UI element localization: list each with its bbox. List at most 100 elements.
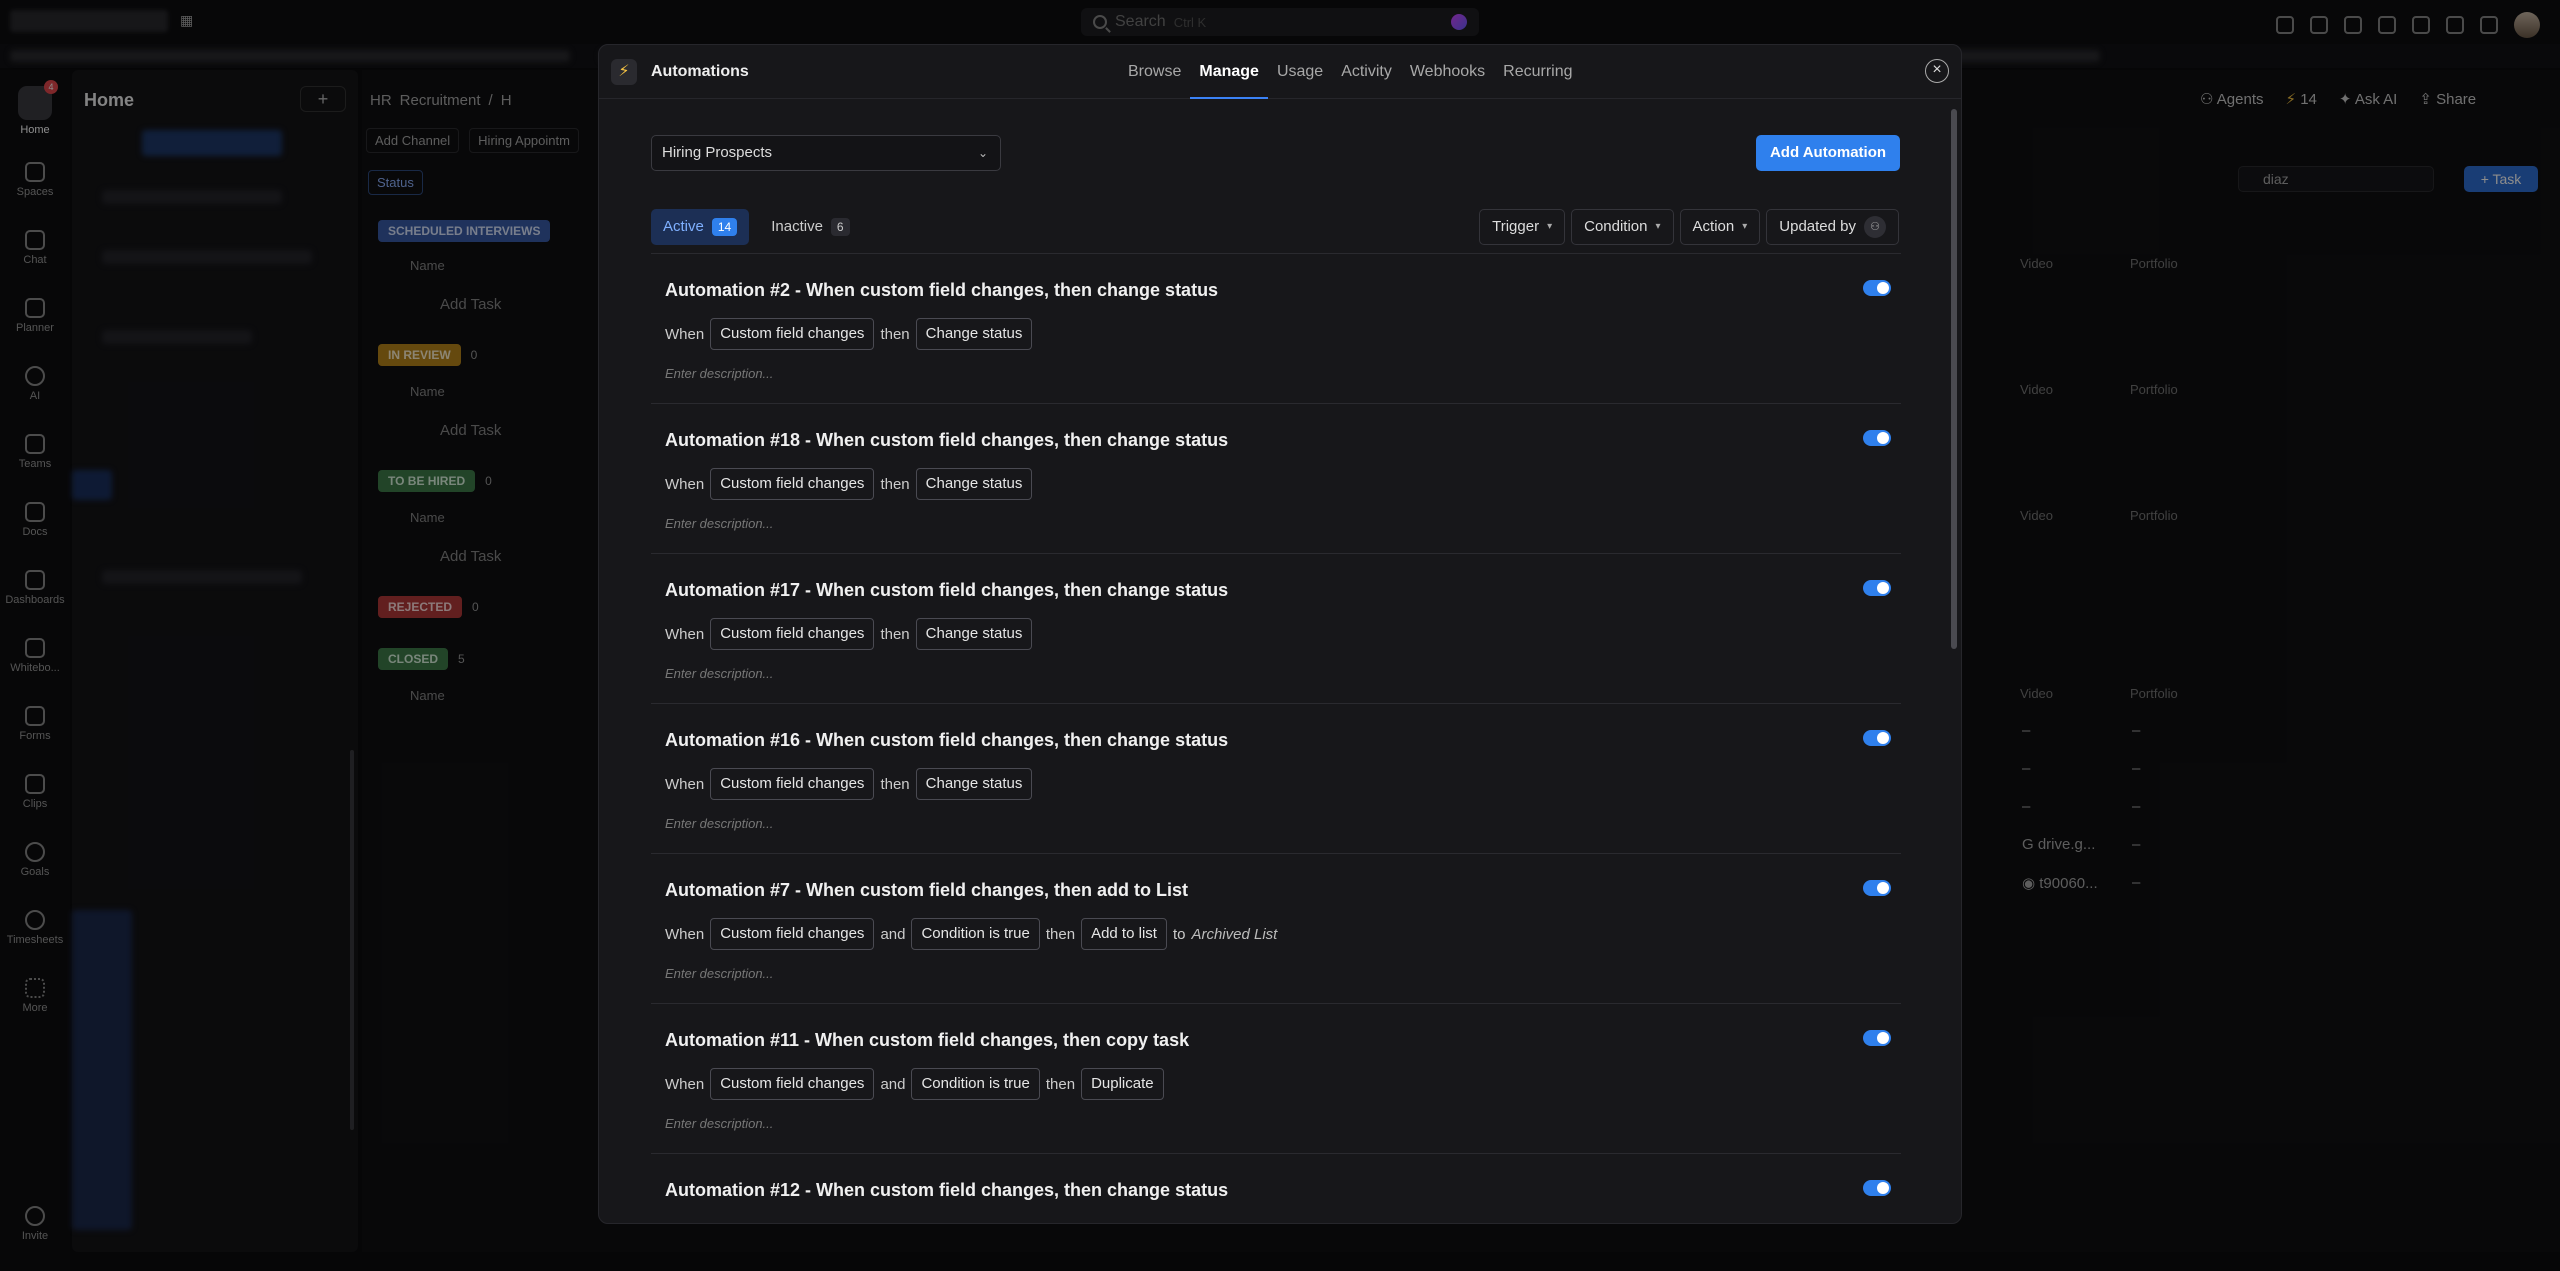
automations-modal: ⚡ Automations Browse Manage Usage Activi… xyxy=(598,44,1962,1224)
description-input[interactable]: Enter description... xyxy=(665,1116,773,1131)
automation-card[interactable]: Automation #17 - When custom field chang… xyxy=(651,553,1901,703)
automation-card[interactable]: Automation #11 - When custom field chang… xyxy=(651,1003,1901,1153)
close-icon[interactable]: × xyxy=(1925,59,1949,83)
automation-rule: When Custom field changes then Change statu… xyxy=(665,468,1033,500)
filter-label: Action xyxy=(1692,218,1735,235)
chevron-down-icon: ▾ xyxy=(1547,221,1553,232)
automation-card[interactable]: Automation #2 - When custom field change… xyxy=(651,253,1901,403)
rule-connector: When xyxy=(665,775,705,793)
automation-title[interactable]: Automation #17 - When custom field chang… xyxy=(665,580,1228,601)
automation-card[interactable]: Automation #7 - When custom field change… xyxy=(651,853,1901,1003)
filter-bar: Trigger ▾ Condition ▾ Action ▾ Updated by ⚇ xyxy=(1479,209,1899,245)
rule-pill[interactable]: Custom field changes xyxy=(710,1068,875,1100)
rule-connector: When xyxy=(665,325,705,343)
chevron-down-icon: ▾ xyxy=(1655,221,1661,232)
modal-title: Automations xyxy=(651,63,749,80)
rule-pill[interactable]: Condition is true xyxy=(911,918,1040,950)
status-segment: Active 14 Inactive 6 xyxy=(651,209,862,245)
rule-pill[interactable]: Custom field changes xyxy=(710,918,875,950)
condition-filter[interactable]: Condition ▾ xyxy=(1571,209,1674,245)
rule-pill[interactable]: Change status xyxy=(915,618,1033,650)
tab-usage[interactable]: Usage xyxy=(1268,45,1332,99)
action-filter[interactable]: Action ▾ xyxy=(1679,209,1761,245)
description-input[interactable]: Enter description... xyxy=(665,966,773,981)
list-select-value: Hiring Prospects xyxy=(662,144,773,161)
segment-active[interactable]: Active 14 xyxy=(651,209,750,245)
automation-rule: When Custom field changes then Change statu… xyxy=(665,768,1033,800)
filter-label: Updated by xyxy=(1779,218,1856,235)
tab-recurring[interactable]: Recurring xyxy=(1494,45,1581,99)
rule-pill[interactable]: Condition is true xyxy=(911,1068,1040,1100)
automation-card[interactable]: Automation #16 - When custom field chang… xyxy=(651,703,1901,853)
rule-pill[interactable]: Change status xyxy=(915,468,1033,500)
rule-connector: When xyxy=(665,475,705,493)
automation-title[interactable]: Automation #12 - When custom field chang… xyxy=(665,1180,1228,1201)
rule-pill[interactable]: Custom field changes xyxy=(710,468,875,500)
rule-pill[interactable]: Custom field changes xyxy=(710,618,875,650)
rule-pill[interactable]: Add to list xyxy=(1081,918,1167,950)
description-input[interactable]: Enter description... xyxy=(665,666,773,681)
automation-card[interactable]: Automation #12 - When custom field chang… xyxy=(651,1153,1901,1223)
description-input[interactable]: Enter description... xyxy=(665,366,773,381)
segment-label: Active xyxy=(663,218,704,235)
rule-pill[interactable]: Duplicate xyxy=(1081,1068,1164,1100)
automation-title[interactable]: Automation #7 - When custom field change… xyxy=(665,880,1188,901)
rule-pill[interactable]: Custom field changes xyxy=(710,318,875,350)
rule-connector: then xyxy=(1045,1075,1076,1093)
automation-toggle[interactable] xyxy=(1863,580,1891,596)
filter-label: Condition xyxy=(1584,218,1648,235)
tab-browse[interactable]: Browse xyxy=(1119,45,1190,99)
list-select-dropdown[interactable]: Hiring Prospects ⌄ xyxy=(651,135,1001,171)
automation-title[interactable]: Automation #18 - When custom field chang… xyxy=(665,430,1228,451)
automation-toggle[interactable] xyxy=(1863,280,1891,296)
rule-connector: then xyxy=(880,475,910,493)
rule-connector: and xyxy=(880,1075,906,1093)
automation-rule: When Custom field changes and Condition is … xyxy=(665,918,1277,950)
rule-connector: to xyxy=(1172,925,1186,943)
automation-title[interactable]: Automation #2 - When custom field change… xyxy=(665,280,1218,301)
automation-toggle[interactable] xyxy=(1863,730,1891,746)
description-input[interactable]: Enter description... xyxy=(665,816,773,831)
automation-rule: When Custom field changes and Condition is … xyxy=(665,1068,1164,1100)
modal-scrollbar[interactable] xyxy=(1951,109,1957,649)
rule-pill[interactable]: Change status xyxy=(915,768,1033,800)
rule-connector: When xyxy=(665,625,705,643)
automation-toggle[interactable] xyxy=(1863,1180,1891,1196)
automation-rule: When Custom field changes then Change statu… xyxy=(665,618,1033,650)
rule-connector: then xyxy=(880,775,910,793)
automation-toggle[interactable] xyxy=(1863,880,1891,896)
automation-rule: When Custom field changes then Change statu… xyxy=(665,318,1033,350)
automation-title[interactable]: Automation #16 - When custom field chang… xyxy=(665,730,1228,751)
chevron-down-icon: ⌄ xyxy=(977,146,988,160)
automation-card[interactable]: Automation #18 - When custom field chang… xyxy=(651,403,1901,553)
automation-toggle[interactable] xyxy=(1863,430,1891,446)
segment-count: 6 xyxy=(830,218,850,236)
rule-connector: then xyxy=(1045,925,1076,943)
modal-tabs: Browse Manage Usage Activity Webhooks Re… xyxy=(1119,45,1582,99)
chevron-down-icon: ▾ xyxy=(1742,221,1748,232)
automation-toggle[interactable] xyxy=(1863,1030,1891,1046)
rule-pill[interactable]: Custom field changes xyxy=(710,768,875,800)
rule-connector: When xyxy=(665,1075,705,1093)
automation-title[interactable]: Automation #11 - When custom field chang… xyxy=(665,1030,1189,1051)
add-automation-button[interactable]: Add Automation xyxy=(1756,135,1900,171)
trigger-filter[interactable]: Trigger ▾ xyxy=(1479,209,1566,245)
users-icon: ⚇ xyxy=(1864,216,1886,238)
modal-body: Hiring Prospects ⌄ Add Automation Active… xyxy=(599,99,1961,1223)
rule-target: Archived List xyxy=(1191,925,1278,943)
tab-webhooks[interactable]: Webhooks xyxy=(1401,45,1494,99)
description-input[interactable]: Enter description... xyxy=(665,516,773,531)
tab-manage[interactable]: Manage xyxy=(1190,45,1268,99)
modal-header: ⚡ Automations Browse Manage Usage Activi… xyxy=(599,45,1961,99)
lightning-icon: ⚡ xyxy=(611,59,637,85)
segment-count: 14 xyxy=(711,218,738,236)
segment-inactive[interactable]: Inactive 6 xyxy=(759,209,861,245)
rule-connector: and xyxy=(880,925,906,943)
segment-label: Inactive xyxy=(771,218,823,235)
rule-connector: then xyxy=(880,625,910,643)
filter-label: Trigger xyxy=(1492,218,1540,235)
rule-pill[interactable]: Change status xyxy=(915,318,1033,350)
updated-by-filter[interactable]: Updated by ⚇ xyxy=(1766,209,1899,245)
tab-activity[interactable]: Activity xyxy=(1332,45,1401,99)
rule-connector: then xyxy=(880,325,910,343)
